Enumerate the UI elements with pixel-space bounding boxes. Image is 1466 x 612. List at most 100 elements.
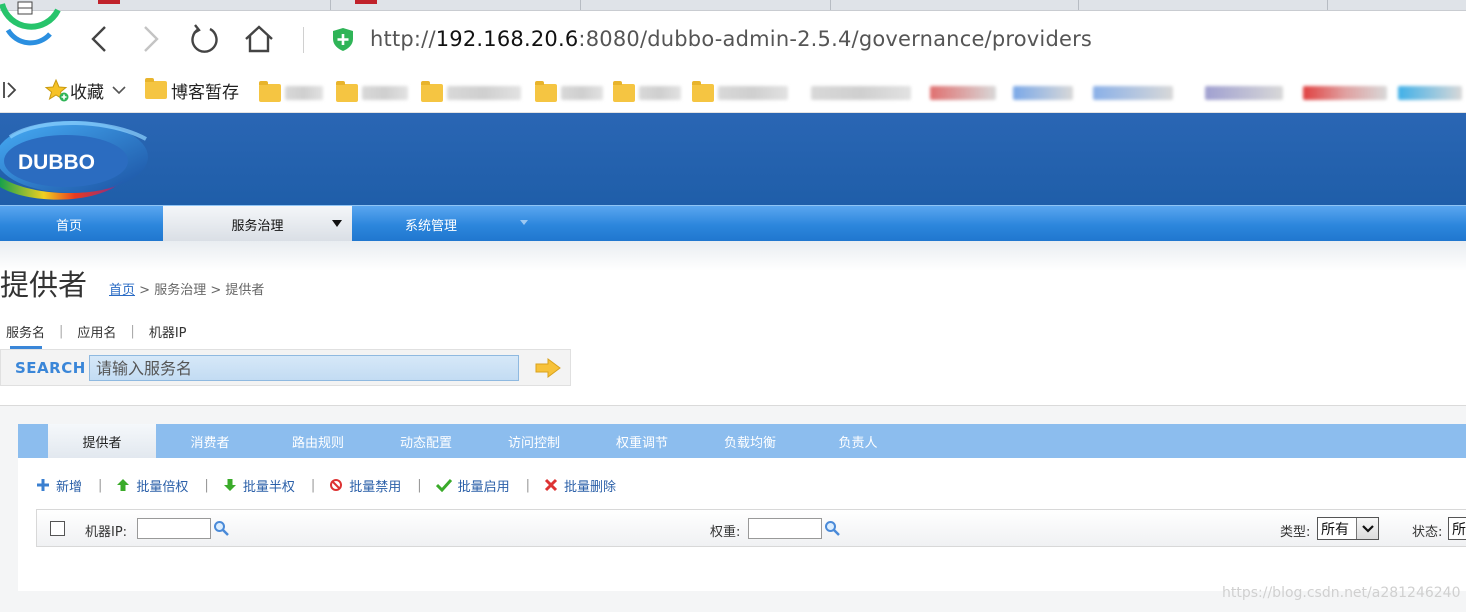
status-filter-select[interactable]: 所	[1448, 517, 1466, 540]
checkmark-icon	[435, 478, 452, 492]
nav-home[interactable]: 首页	[0, 206, 138, 242]
back-arrow-icon	[91, 26, 106, 52]
ip-filter-label: 机器IP:	[85, 525, 128, 540]
tab-label: 动态配置	[399, 435, 452, 451]
watermark-text: https://blog.csdn.net/a281246240	[1222, 585, 1461, 601]
bookmark-blurred[interactable]	[692, 80, 788, 106]
bookmark-blurred[interactable]	[811, 80, 911, 106]
magnifier-icon[interactable]	[213, 520, 231, 536]
url-path: :8080/dubbo-admin-2.5.4/governance/provi…	[578, 27, 1093, 51]
bookmark-blurred[interactable]	[930, 80, 996, 106]
search-type-tabs: 服务名 | 应用名 | 机器IP	[0, 320, 193, 349]
back-button[interactable]	[84, 22, 114, 56]
blurred-label	[930, 86, 996, 100]
bookmark-blurred[interactable]	[535, 80, 603, 106]
batch-delete-button[interactable]: 批量删除	[544, 476, 616, 495]
batch-actions-toolbar: 新增 | 批量倍权 | 批量半权 | 批量禁用 | 批量启用 | 批量删除	[36, 474, 616, 496]
arrow-down-icon	[223, 479, 236, 491]
blurred-label	[1013, 86, 1073, 100]
blurred-label	[285, 86, 323, 100]
tab-weights[interactable]: 权重调节	[588, 424, 696, 458]
add-button[interactable]: 新增	[36, 476, 82, 495]
nav-service-governance[interactable]: 服务治理	[163, 206, 352, 242]
reload-button[interactable]	[188, 22, 218, 56]
tab-favicon	[355, 0, 377, 4]
search-tab-service-name[interactable]: 服务名	[0, 322, 51, 349]
home-button[interactable]	[243, 22, 273, 56]
bookmark-folder[interactable]: 博客暂存	[145, 77, 239, 103]
address-bar[interactable]: http://192.168.20.6:8080/dubbo-admin-2.5…	[330, 20, 1450, 58]
type-filter-label: 类型:	[1280, 525, 1311, 540]
type-filter-select[interactable]: 所有	[1317, 517, 1379, 540]
main-nav: 首页 服务治理 系统管理	[0, 205, 1466, 242]
sidebar-toggle-icon[interactable]	[2, 80, 18, 100]
tab-separator	[830, 0, 831, 10]
batch-disable-button[interactable]: 批量禁用	[329, 476, 401, 495]
tab-separator	[1327, 0, 1328, 10]
tab-providers[interactable]: 提供者	[48, 424, 156, 458]
nav-system-management-label: 系统管理	[404, 218, 457, 234]
action-separator: |	[417, 477, 422, 493]
batch-enable-button[interactable]: 批量启用	[435, 476, 510, 495]
tab-label: 负责人	[838, 435, 878, 451]
reload-icon	[191, 24, 218, 53]
page-title: 提供者	[0, 268, 88, 302]
forward-button[interactable]	[136, 22, 166, 56]
half-weight-label: 批量半权	[242, 479, 295, 495]
tab-owners[interactable]: 负责人	[804, 424, 912, 458]
action-separator: |	[204, 477, 209, 493]
magnifier-icon[interactable]	[824, 520, 842, 536]
secure-shield-icon	[333, 28, 353, 51]
bookmark-blurred[interactable]	[1205, 80, 1283, 106]
action-separator: |	[525, 477, 531, 493]
search-go-arrow-icon[interactable]	[535, 358, 561, 378]
tab-label: 权重调节	[615, 435, 668, 451]
bookmark-folder-label: 博客暂存	[171, 82, 239, 103]
search-input[interactable]	[89, 355, 519, 381]
blurred-label	[1205, 86, 1283, 100]
breadcrumb-separator: >	[210, 283, 222, 298]
folder-icon	[259, 81, 281, 102]
search-tab-machine-ip[interactable]: 机器IP	[143, 322, 193, 341]
arrow-up-icon	[117, 479, 130, 491]
bookmark-blurred[interactable]	[613, 80, 681, 106]
ip-filter-input[interactable]	[137, 518, 211, 539]
bookmark-blurred[interactable]	[1013, 80, 1073, 106]
batch-disable-label: 批量禁用	[349, 479, 402, 495]
status-filter-value: 所	[1452, 521, 1466, 538]
tab-routes[interactable]: 路由规则	[264, 424, 372, 458]
select-all-checkbox[interactable]	[50, 521, 65, 536]
bookmark-blurred[interactable]	[1093, 80, 1173, 106]
bookmark-blurred[interactable]	[259, 80, 323, 106]
double-weight-button[interactable]: 批量倍权	[116, 476, 188, 495]
bookmark-blurred[interactable]	[1303, 80, 1387, 106]
tab-label: 提供者	[82, 435, 122, 451]
breadcrumb-separator: >	[139, 283, 151, 298]
app-header: DUBBO	[0, 113, 1466, 205]
tab-consumers[interactable]: 消费者	[156, 424, 264, 458]
breadcrumb-home-link[interactable]: 首页	[109, 283, 135, 298]
search-tab-application-name[interactable]: 应用名	[71, 322, 122, 341]
blurred-label	[1093, 86, 1173, 100]
weight-filter-input[interactable]	[748, 518, 822, 539]
bookmark-favorites[interactable]: 收藏	[44, 77, 126, 103]
blurred-label	[1398, 86, 1462, 100]
batch-delete-label: 批量删除	[564, 479, 617, 495]
tab-access-control[interactable]: 访问控制	[480, 424, 588, 458]
half-weight-button[interactable]: 批量半权	[223, 476, 295, 495]
dubbo-logo[interactable]: DUBBO	[0, 117, 150, 203]
nav-system-management[interactable]: 系统管理	[352, 206, 540, 242]
tab-dynamic-config[interactable]: 动态配置	[372, 424, 480, 458]
tab-load-balance[interactable]: 负载均衡	[696, 424, 804, 458]
bookmark-blurred[interactable]	[421, 80, 521, 106]
browser-logo-icon[interactable]	[0, 0, 64, 52]
chevron-down-icon	[112, 86, 126, 95]
blurred-label	[362, 86, 408, 100]
bookmark-blurred[interactable]	[1398, 80, 1462, 106]
bookmark-blurred[interactable]	[336, 80, 408, 106]
governance-tabs: 提供者 消费者 路由规则 动态配置 访问控制 权重调节 负载均衡 负责人	[18, 424, 1466, 458]
select-arrow	[1356, 518, 1378, 539]
blurred-label	[1303, 86, 1387, 100]
tab-label: 访问控制	[507, 435, 560, 451]
folder-icon	[336, 81, 358, 102]
